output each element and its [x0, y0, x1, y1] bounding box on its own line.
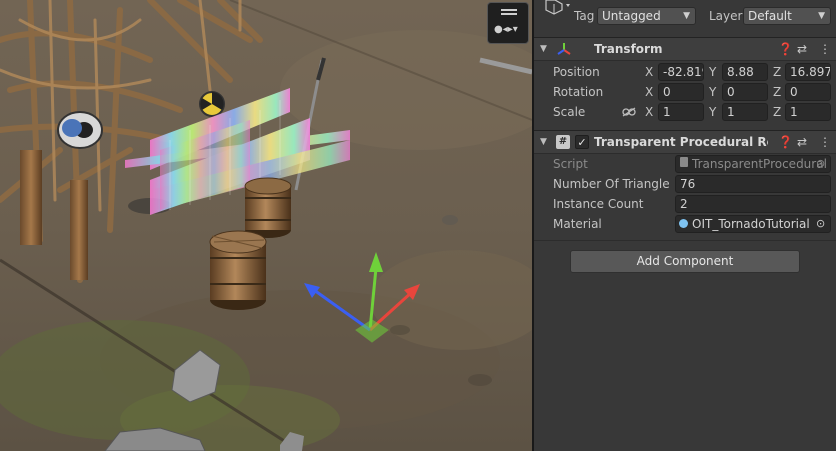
script-field: TransparentProcedural — [675, 155, 831, 173]
axis-z-label: Z — [773, 85, 782, 99]
scene-view[interactable]: ●◂▸▾ — [0, 0, 532, 451]
instances-label: Instance Count — [553, 197, 644, 211]
triangles-row: Number Of Triangles 76 — [534, 174, 836, 194]
foldout-arrow-icon[interactable]: ▼ — [540, 131, 547, 153]
script-label: Script — [553, 157, 588, 171]
axis-y-label: Y — [709, 105, 717, 119]
rotation-label: Rotation — [553, 85, 604, 99]
move-gizmo[interactable] — [0, 0, 532, 451]
axis-x-label: X — [645, 105, 654, 119]
position-z-field[interactable]: 16.897 — [785, 63, 831, 81]
layer-dropdown[interactable]: Default ▼ — [743, 7, 831, 25]
component-title: Transparent Procedural Renderer — [594, 135, 768, 149]
chevron-down-icon: ▼ — [683, 11, 690, 21]
more-vertical-icon[interactable]: ⋮ — [819, 131, 831, 153]
component-enabled-checkbox[interactable]: ✓ — [575, 135, 589, 149]
axis-z-label: Z — [773, 65, 782, 79]
chevron-down-icon: ▼ — [818, 11, 825, 21]
transform-axes-icon — [557, 43, 571, 55]
transform-header[interactable]: ▼ Transform ❓ ⇄ ⋮ — [534, 37, 836, 61]
position-row: Position X -82.819 Y 8.88 Z 16.897 — [534, 62, 836, 82]
script-value: TransparentProcedural — [692, 157, 827, 171]
tag-label: Tag — [574, 9, 595, 23]
position-y-field[interactable]: 8.88 — [722, 63, 768, 81]
rotation-x-field[interactable]: 0 — [658, 83, 704, 101]
triangles-label: Number Of Triangles — [553, 177, 669, 191]
scale-label: Scale — [553, 105, 586, 119]
tag-layer-row: Tag Untagged ▼ Layer Default ▼ — [534, 6, 836, 26]
rotation-y-field[interactable]: 0 — [722, 83, 768, 101]
scale-row: Scale X 1 Y 1 Z 1 — [534, 102, 836, 122]
material-label: Material — [553, 217, 602, 231]
tag-value: Untagged — [602, 9, 661, 23]
object-picker-icon[interactable]: ⊙ — [816, 214, 825, 234]
material-sphere-icon — [679, 219, 688, 228]
axis-x-label: X — [645, 65, 654, 79]
view-orientation-icon[interactable]: ●◂▸▾ — [487, 2, 529, 44]
transform-title: Transform — [594, 42, 663, 56]
axis-z-label: Z — [773, 105, 782, 119]
layer-value: Default — [748, 9, 792, 23]
rotation-z-field[interactable]: 0 — [785, 83, 831, 101]
tag-dropdown[interactable]: Untagged ▼ — [597, 7, 696, 25]
presets-icon[interactable]: ⇄ — [797, 38, 807, 60]
object-picker-icon: ⊙ — [816, 157, 826, 170]
presets-icon[interactable]: ⇄ — [797, 131, 807, 153]
triangles-field[interactable]: 76 — [675, 175, 831, 193]
help-icon[interactable]: ❓ — [778, 131, 793, 153]
scale-y-field[interactable]: 1 — [722, 103, 768, 121]
axis-x-label: X — [645, 85, 654, 99]
scale-link-icon[interactable] — [622, 107, 636, 117]
layer-label: Layer — [709, 9, 743, 23]
position-x-field[interactable]: -82.819 — [658, 63, 704, 81]
material-field[interactable]: OIT_TornadoTutorial — [675, 215, 831, 233]
add-component-button[interactable]: Add Component — [570, 250, 800, 273]
script-file-icon — [680, 157, 688, 167]
instances-row: Instance Count 2 — [534, 194, 836, 214]
csharp-script-icon: # — [556, 135, 570, 149]
material-row: Material OIT_TornadoTutorial ⊙ — [534, 214, 836, 234]
scale-z-field[interactable]: 1 — [785, 103, 831, 121]
component-header[interactable]: ▼ # ✓ Transparent Procedural Renderer ❓ … — [534, 130, 836, 154]
inspector-panel: Tag Untagged ▼ Layer Default ▼ ▼ Transfo… — [534, 0, 836, 451]
material-value: OIT_TornadoTutorial — [692, 217, 810, 231]
foldout-arrow-icon[interactable]: ▼ — [540, 38, 547, 60]
help-icon[interactable]: ❓ — [778, 38, 793, 60]
instances-field[interactable]: 2 — [675, 195, 831, 213]
script-row: Script TransparentProcedural ⊙ — [534, 154, 836, 174]
axis-y-label: Y — [709, 65, 717, 79]
rotation-row: Rotation X 0 Y 0 Z 0 — [534, 82, 836, 102]
divider — [534, 240, 836, 241]
position-label: Position — [553, 65, 600, 79]
scale-x-field[interactable]: 1 — [658, 103, 704, 121]
more-vertical-icon[interactable]: ⋮ — [819, 38, 831, 60]
axis-y-label: Y — [709, 85, 717, 99]
